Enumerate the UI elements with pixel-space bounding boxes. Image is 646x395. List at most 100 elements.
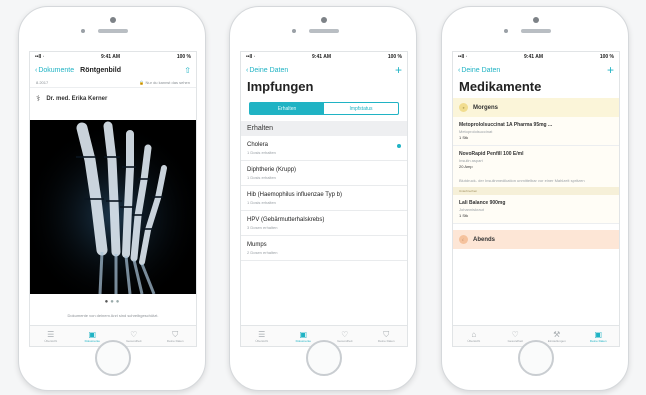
tab-home[interactable]: ⌂ Übersicht (458, 330, 490, 343)
segmented-control: Erhalten Impfstatus (249, 102, 399, 115)
tab-data[interactable]: ▣ Deine Daten (582, 330, 614, 343)
folder-icon: ▣ (88, 329, 97, 339)
vaccine-doses: 3 Dosen erhalten (247, 225, 278, 230)
phone-frame-2: ••ll ᐧ 9:41 AM 100 % ‹ Deine Daten + Imp… (229, 6, 417, 391)
battery: 100 % (599, 54, 614, 60)
xray-image[interactable] (30, 120, 196, 295)
chevron-left-icon: ‹ (246, 66, 249, 74)
list-item[interactable]: NovoRapid Penfill 100 E/ml Insulin aspar… (453, 146, 619, 174)
list-icon: ☰ (258, 329, 266, 339)
share-icon[interactable]: ⇧ (184, 66, 191, 75)
shield-icon: ⛉ (383, 329, 390, 339)
battery: 100 % (176, 54, 191, 60)
speaker-grille (521, 29, 551, 33)
nav-bar: ‹ Dokumente Röntgenbild ⇧ (30, 62, 196, 78)
back-label: Deine Daten (461, 66, 501, 74)
home-button[interactable] (95, 340, 131, 376)
unread-dot (397, 144, 401, 148)
carrier: ••ll ᐧ (35, 54, 45, 60)
page-title: Medikamente (459, 79, 542, 94)
tab-health[interactable]: ♡ Gesundheit (499, 330, 531, 343)
tab-overview[interactable]: ☰ Übersicht (35, 330, 67, 343)
chevron-left-icon: ‹ (458, 66, 461, 74)
tab-documents[interactable]: ▣ Dokumente (76, 330, 108, 343)
speaker-grille (309, 29, 339, 33)
back-label: Deine Daten (249, 66, 289, 74)
speaker-grille (98, 29, 128, 33)
home-button[interactable] (306, 340, 342, 376)
med-quantity: 1 Stk (459, 135, 469, 140)
folder-icon: ▣ (594, 329, 603, 339)
med-note: Blutdruck- der Insulinmedikation unmitte… (453, 174, 619, 187)
home-button[interactable] (518, 340, 554, 376)
doctor-row[interactable]: ⚕ Dr. med. Erika Kerner (30, 88, 196, 109)
med-quantity: 1 Stk (459, 213, 469, 218)
readonly-caption: Dokumente von deinem Arzt sind schreibge… (67, 313, 159, 318)
med-name: Metoprololsuccinat 1A Pharma 95mg ... (459, 122, 553, 128)
list-icon: ☰ (47, 329, 55, 339)
tab-data[interactable]: ⛉ Deine Daten (159, 330, 191, 343)
list-item[interactable]: Lali Balance 900mg Johanniskraut 1 Stk (453, 195, 619, 224)
moon-icon: ☾ (459, 235, 468, 244)
med-substance: Johanniskraut (459, 207, 484, 212)
screen-vaccinations: ••ll ᐧ 9:41 AM 100 % ‹ Deine Daten + Imp… (240, 51, 408, 347)
add-icon[interactable]: + (607, 64, 614, 76)
camera-dot (110, 17, 116, 23)
doctor-name: Dr. med. Erika Kerner (46, 95, 108, 102)
list-item[interactable]: Hib (Haemophilus influenzae Typ b) 1 Dos… (241, 186, 407, 211)
add-icon[interactable]: + (395, 64, 402, 76)
section-header: Erhalten (241, 121, 407, 136)
foot-xray-graphic (30, 120, 196, 295)
privacy-note: 🔒 Nur du kannst das sehen (139, 80, 190, 85)
evening-section-header[interactable]: ☾ Abends (453, 230, 619, 249)
vaccine-doses: 2 Dosen erhalten (247, 250, 278, 255)
vaccine-name: Diphtherie (Krupp) (247, 167, 297, 173)
clock: 9:41 AM (101, 54, 121, 60)
back-button[interactable]: ‹ Deine Daten (458, 67, 500, 74)
vaccine-name: Cholera (247, 142, 269, 148)
vaccine-name: HPV (Gebärmutterhalskrebs) (247, 217, 325, 223)
stethoscope-icon: ⚕ (36, 94, 41, 103)
status-bar: ••ll ᐧ 9:41 AM 100 % (30, 52, 196, 62)
heart-icon: ♡ (511, 329, 519, 339)
camera-dot (533, 17, 539, 23)
home-icon: ⌂ (471, 329, 477, 339)
vaccine-doses: 1 Dosis erhalten (247, 200, 276, 205)
nav-bar: ‹ Deine Daten + (453, 62, 619, 78)
page-title: Impfungen (247, 79, 314, 94)
list-item[interactable]: Cholera 1 Dosis erhalten (241, 136, 407, 161)
heart-icon: ♡ (130, 329, 138, 339)
heart-icon: ♡ (341, 329, 349, 339)
list-item[interactable]: Diphtherie (Krupp) 1 Dosis erhalten (241, 161, 407, 186)
list-item[interactable]: Mumps 2 Dosen erhalten (241, 236, 407, 261)
tab-data[interactable]: ⛉ Deine Daten (370, 330, 402, 343)
list-item[interactable]: Metoprololsuccinat 1A Pharma 95mg ... Me… (453, 117, 619, 146)
list-item[interactable]: HPV (Gebärmutterhalskrebs) 3 Dosen erhal… (241, 211, 407, 236)
tab-health[interactable]: ♡ Gesundheit (118, 330, 150, 343)
section-label: Morgens (473, 104, 499, 111)
sensor-dot (81, 29, 85, 33)
carrier: ••ll ᐧ (458, 54, 468, 60)
back-button[interactable]: ‹ Dokumente (35, 67, 74, 74)
back-button[interactable]: ‹ Deine Daten (246, 67, 288, 74)
phone-frame-3: ••ll ᐧ 9:41 AM 100 % ‹ Deine Daten + Med… (441, 6, 629, 391)
section-label: Abends (473, 236, 496, 243)
tab-settings[interactable]: ⚒ Einstellungen (541, 330, 573, 343)
tab-documents[interactable]: ▣ Dokumente (287, 330, 319, 343)
segment-received[interactable]: Erhalten (250, 103, 324, 114)
tab-health[interactable]: ♡ Gesundheit (329, 330, 361, 343)
page-indicator[interactable]: ●●● (30, 299, 196, 305)
tools-icon: ⚒ (553, 329, 561, 339)
status-bar: ••ll ᐧ 9:41 AM 100 % (241, 52, 407, 62)
med-quantity: 20 Amp (459, 164, 473, 169)
carrier: ••ll ᐧ (246, 54, 256, 60)
nav-bar: ‹ Deine Daten + (241, 62, 407, 78)
battery: 100 % (387, 54, 402, 60)
segment-status[interactable]: Impfstatus (324, 103, 398, 114)
clock: 9:41 AM (312, 54, 332, 60)
shield-icon: ⛉ (172, 329, 179, 339)
screen-xray-document: ••ll ᐧ 9:41 AM 100 % ‹ Dokumente Röntgen… (29, 51, 197, 347)
tab-overview[interactable]: ☰ Übersicht (246, 330, 278, 343)
morning-section-header[interactable]: ☀ Morgens (453, 98, 619, 117)
med-name: NovoRapid Penfill 100 E/ml (459, 151, 524, 157)
